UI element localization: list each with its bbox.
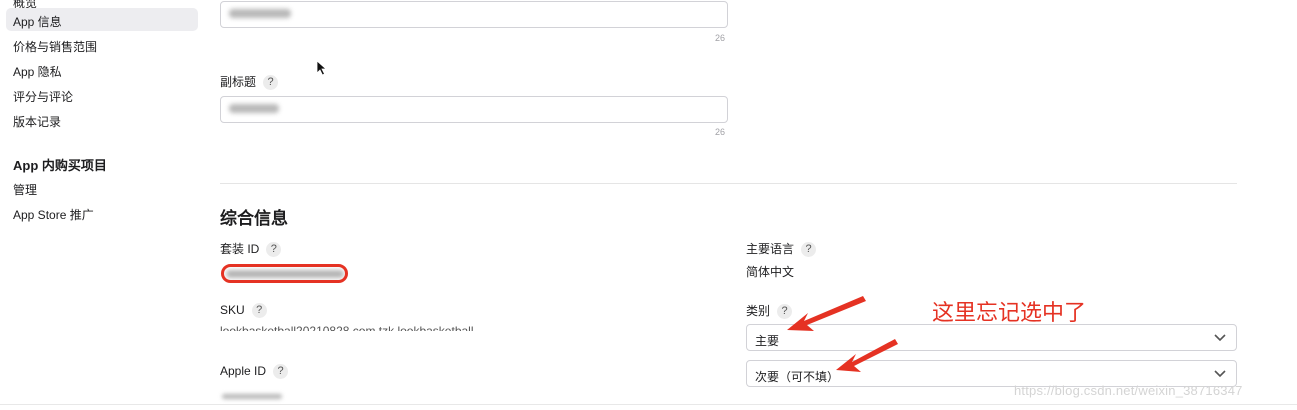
subtitle-field[interactable] xyxy=(220,96,728,123)
question-mark-icon[interactable]: ? xyxy=(801,242,817,258)
primary-language-value: 简体中文 xyxy=(746,265,795,279)
subtitle-field-redacted-value xyxy=(229,104,279,113)
bundle-id-label-row: 套装 ID? xyxy=(220,240,282,258)
sku-label-row: SKU? xyxy=(220,303,267,319)
question-mark-icon[interactable]: ? xyxy=(251,303,267,319)
secondary-category-value: 次要（可不填） xyxy=(755,370,840,384)
apple-id-redacted-value xyxy=(222,394,282,399)
bottom-border xyxy=(0,404,1297,405)
watermark: https://blog.csdn.net/weixin_38716347 xyxy=(1014,383,1243,398)
name-char-counter: 26 xyxy=(715,33,726,43)
subtitle-label-row: 副标题? xyxy=(220,73,279,91)
red-arrow-icon xyxy=(836,339,898,372)
name-field-redacted-value xyxy=(229,9,291,18)
apple-id-label: Apple ID xyxy=(220,364,267,378)
red-arrow-icon xyxy=(787,296,866,331)
primary-category-value: 主要 xyxy=(755,334,780,348)
name-field[interactable] xyxy=(220,1,728,28)
sku-label: SKU xyxy=(220,303,245,317)
section-divider xyxy=(220,183,1237,184)
annotation-text: 这里忘记选中了 xyxy=(932,301,1087,326)
red-highlight-oval xyxy=(221,264,348,283)
question-mark-icon[interactable]: ? xyxy=(266,242,282,258)
question-mark-icon[interactable]: ? xyxy=(273,364,289,380)
chevron-down-icon xyxy=(1214,334,1226,342)
primary-language-label-row: 主要语言? xyxy=(746,240,817,258)
sku-value: lookbasketball20210828.com.tzk.lookbaske… xyxy=(220,325,474,331)
subtitle-char-counter: 26 xyxy=(715,127,726,137)
bundle-id-label: 套装 ID xyxy=(220,242,260,256)
apple-id-label-row: Apple ID? xyxy=(220,364,289,380)
question-mark-icon[interactable]: ? xyxy=(263,75,279,91)
mouse-pointer-icon xyxy=(316,60,328,76)
section-title-general-info: 综合信息 xyxy=(220,209,288,228)
subtitle-label: 副标题 xyxy=(220,75,257,89)
chevron-down-icon xyxy=(1214,370,1226,378)
main-content: 26 副标题? 26 综合信息 套装 ID? SKU? lookbasketba… xyxy=(0,0,1297,410)
category-label: 类别 xyxy=(746,304,771,318)
primary-language-label: 主要语言 xyxy=(746,242,795,256)
